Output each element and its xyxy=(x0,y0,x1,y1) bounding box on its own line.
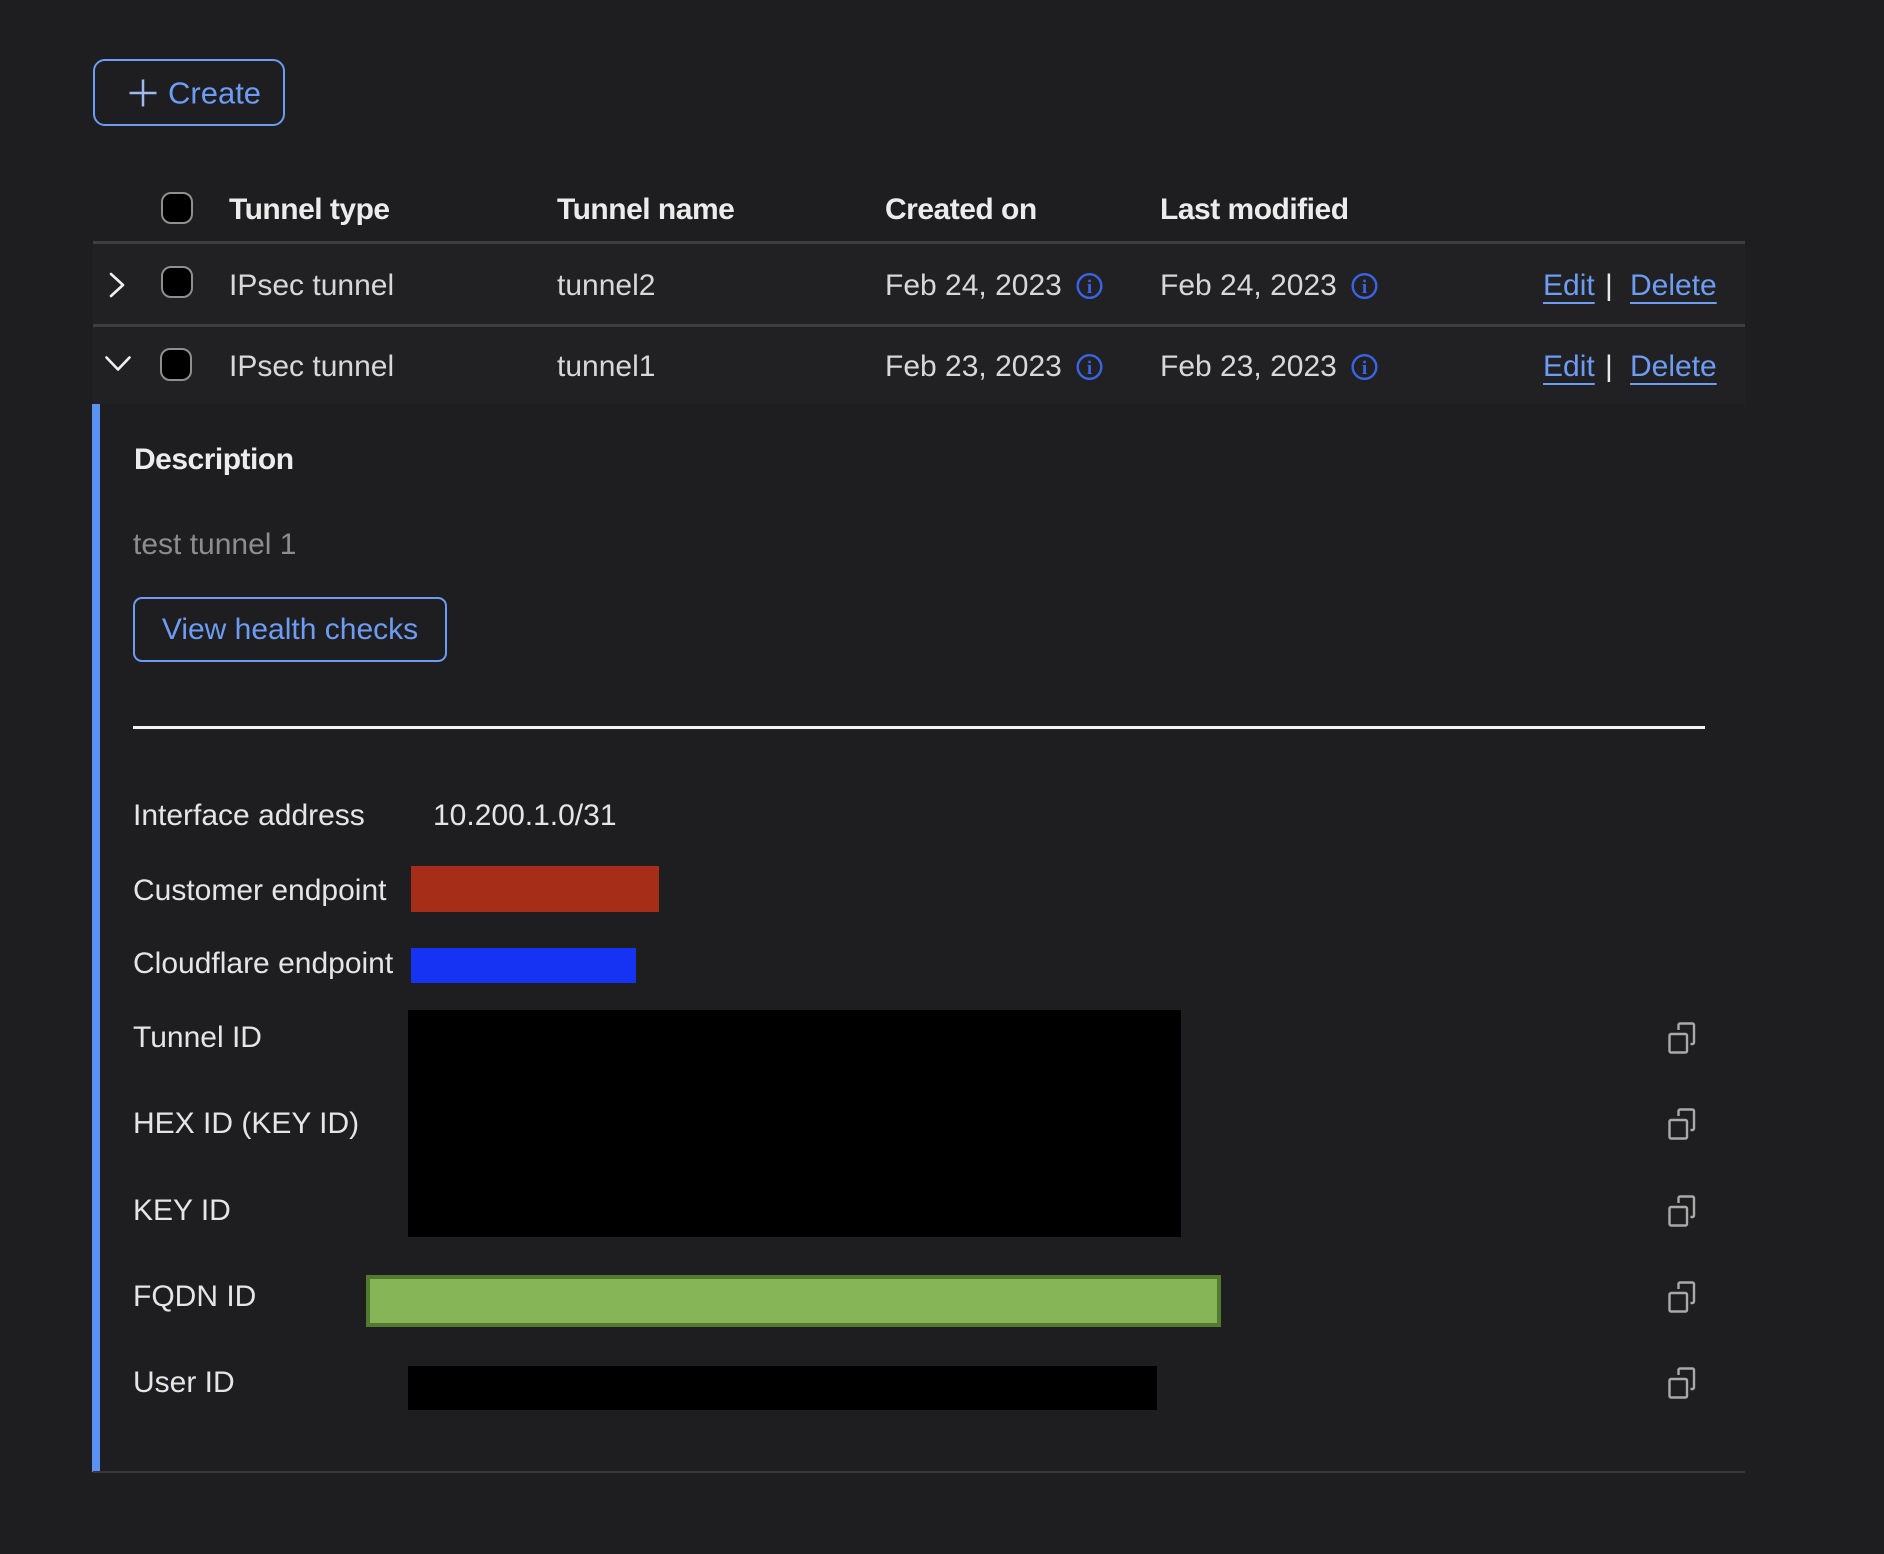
svg-text:i: i xyxy=(1362,358,1367,379)
svg-text:i: i xyxy=(1087,358,1092,379)
svg-text:i: i xyxy=(1087,277,1092,298)
svg-text:i: i xyxy=(1362,277,1367,298)
